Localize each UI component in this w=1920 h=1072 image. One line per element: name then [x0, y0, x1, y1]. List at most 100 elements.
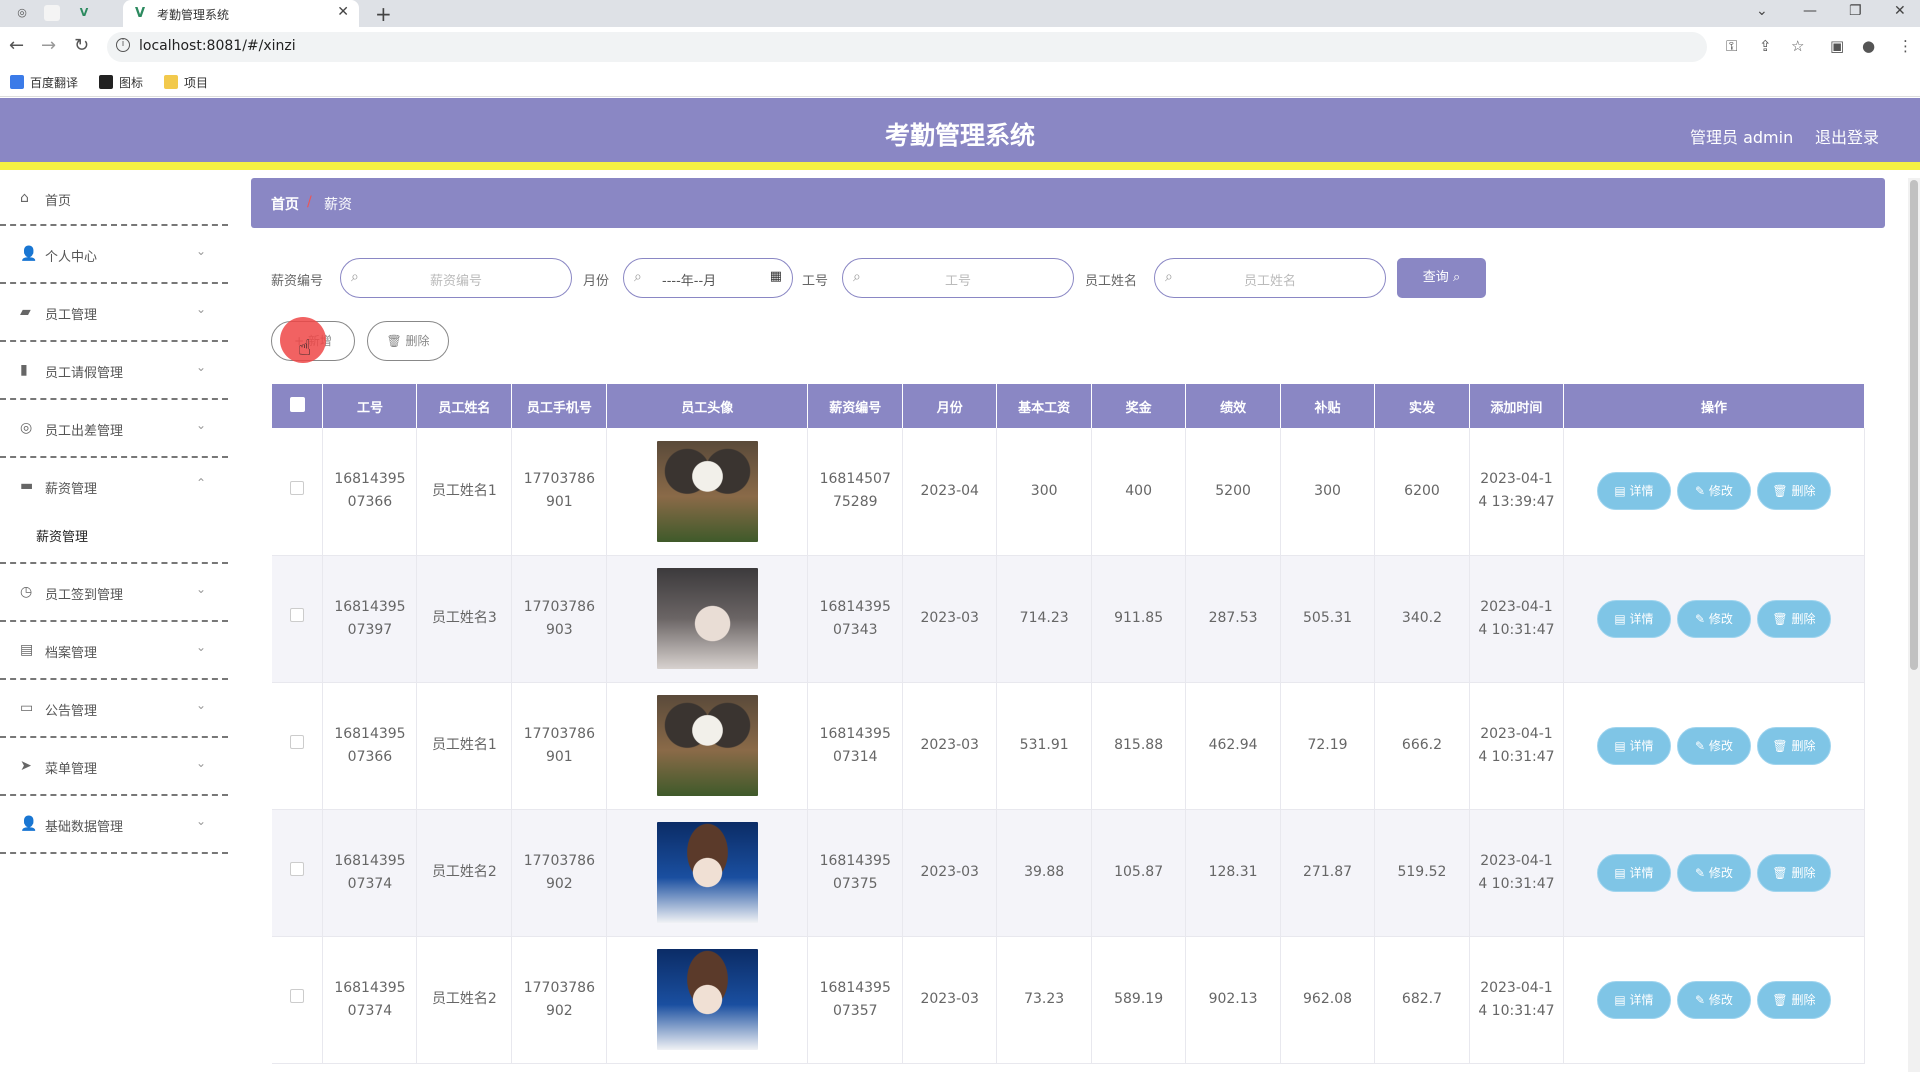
clock-icon: ◷ [20, 584, 33, 600]
share-icon[interactable]: ⇪ [1759, 37, 1772, 55]
cell-bonus: 589.19 [1091, 936, 1187, 1064]
detail-button[interactable]: ▤ 详情 [1596, 980, 1671, 1019]
col-ops: 操作 [1563, 384, 1866, 428]
cell-emp-name: 员工姓名1 [416, 428, 513, 556]
delete-button[interactable]: 🗑 删除 [1756, 980, 1831, 1019]
info-icon[interactable]: i [116, 38, 130, 52]
sidebar-item-menu[interactable]: ➤ 菜单管理 ⌄ [0, 738, 228, 796]
edit-button[interactable]: ✎ 修改 [1676, 472, 1751, 511]
search-form: 薪资编号 ⌕ 薪资编号 月份 ⌕ ----年--月 ▦ 工号 ⌕ 工号 员工姓名… [271, 258, 1571, 298]
app-header: 考勤管理系统 管理员 admin 退出登录 [0, 98, 1920, 170]
bookmark-projects[interactable]: 项目 [164, 74, 208, 91]
sidebar-subitem-salary[interactable]: 薪资管理 [0, 516, 228, 564]
sidebar-item-employee[interactable]: ▰ 员工管理 ⌄ [0, 284, 228, 342]
close-window-icon[interactable]: ✕ [1894, 3, 1906, 19]
profile-icon[interactable]: ● [1862, 37, 1875, 55]
detail-button[interactable]: ▤ 详情 [1596, 726, 1671, 765]
row-checkbox[interactable] [272, 809, 324, 937]
cell-emp-no: 16814395 07397 [322, 555, 418, 683]
delete-button[interactable]: 🗑 删除 [1756, 726, 1831, 765]
bookmark-baidu-translate[interactable]: 百度翻译 [10, 74, 78, 91]
back-icon[interactable]: ← [9, 35, 24, 56]
edit-button[interactable]: ✎ 修改 [1676, 853, 1751, 892]
cell-salary-no: 16814395 07343 [807, 555, 904, 683]
monitor-icon: ▭ [20, 700, 34, 716]
active-tab[interactable]: V 考勤管理系统 ✕ [123, 0, 359, 27]
cell-emp-no: 16814395 07366 [322, 428, 418, 556]
cell-subsidy: 72.19 [1280, 682, 1375, 810]
cell-salary-no: 16814507 75289 [807, 428, 904, 556]
search-icon: ⌕ [634, 269, 642, 285]
blank-tab-icon[interactable] [44, 5, 60, 21]
star-icon[interactable]: ☆ [1791, 37, 1804, 55]
scrollbar-thumb[interactable] [1910, 180, 1918, 670]
sidepanel-icon[interactable]: ▣ [1830, 37, 1844, 55]
sidebar-item-basic-data[interactable]: 👤 基础数据管理 ⌄ [0, 796, 228, 854]
cell-perf: 287.53 [1185, 555, 1282, 683]
sidebar-item-business-trip[interactable]: ◎ 员工出差管理 ⌄ [0, 400, 228, 458]
tab-search-icon[interactable]: ⌄ [1756, 3, 1768, 19]
avatar[interactable] [656, 568, 758, 669]
delete-button[interactable]: 🗑 删除 [1756, 853, 1831, 892]
edit-button[interactable]: ✎ 修改 [1676, 599, 1751, 638]
avatar[interactable] [656, 822, 758, 923]
bookmark-icons[interactable]: 图标 [99, 74, 143, 91]
chevron-up-icon: ⌃ [195, 476, 206, 490]
menu-dots-icon[interactable]: ⋮ [1898, 37, 1913, 55]
sidebar-item-personal-center[interactable]: 👤 个人中心 ⌄ [0, 226, 228, 284]
detail-button[interactable]: ▤ 详情 [1596, 599, 1671, 638]
url-field[interactable]: i localhost:8081/#/xinzi [107, 32, 1707, 62]
col-subsidy: 补贴 [1280, 384, 1375, 428]
row-checkbox[interactable] [272, 555, 324, 683]
sidebar-item-notice[interactable]: ▭ 公告管理 ⌄ [0, 680, 228, 738]
home-icon: ⌂ [20, 190, 29, 206]
edit-button[interactable]: ✎ 修改 [1676, 980, 1751, 1019]
key-icon[interactable]: ⚿ [1726, 37, 1737, 55]
batch-delete-button[interactable]: 🗑 删除 [367, 321, 449, 361]
query-button[interactable]: 查询 ⌕ [1397, 258, 1486, 298]
cell-subsidy: 300 [1280, 428, 1375, 556]
select-all-checkbox[interactable] [272, 384, 324, 428]
cell-subsidy: 505.31 [1280, 555, 1375, 683]
minimize-icon[interactable]: — [1803, 3, 1817, 19]
page-scrollbar[interactable] [1908, 178, 1920, 1072]
avatar[interactable] [656, 440, 758, 542]
close-tab-icon[interactable]: ✕ [337, 4, 349, 20]
edit-button[interactable]: ✎ 修改 [1676, 726, 1751, 765]
reload-icon[interactable]: ↻ [74, 35, 89, 56]
salary-no-input[interactable]: ⌕ 薪资编号 [340, 258, 572, 298]
sidebar-item-leave[interactable]: ▮ 员工请假管理 ⌄ [0, 342, 228, 400]
col-base: 基本工资 [996, 384, 1093, 428]
cell-net: 340.2 [1374, 555, 1470, 683]
detail-button[interactable]: ▤ 详情 [1596, 472, 1671, 511]
cell-month: 2023-04 [902, 428, 998, 556]
sidebar: ⌂ 首页 👤 个人中心 ⌄ ▰ 员工管理 ⌄ ▮ 员工请假管理 ⌄ ◎ 员工出差… [0, 178, 228, 1072]
logout-link[interactable]: 退出登录 [1815, 124, 1879, 148]
calendar-icon[interactable]: ▦ [770, 269, 782, 284]
cell-avatar [606, 682, 809, 810]
forward-icon[interactable]: → [41, 35, 56, 56]
emp-name-input[interactable]: ⌕ 员工姓名 [1154, 258, 1386, 298]
avatar[interactable] [656, 695, 758, 796]
row-checkbox[interactable] [272, 682, 324, 810]
delete-button[interactable]: 🗑 删除 [1756, 599, 1831, 638]
delete-button[interactable]: 🗑 删除 [1756, 472, 1831, 511]
sidebar-item-archive[interactable]: ▤ 档案管理 ⌄ [0, 622, 228, 680]
breadcrumb-home[interactable]: 首页 [271, 194, 299, 214]
cell-emp-name: 员工姓名2 [416, 809, 513, 937]
row-checkbox[interactable] [272, 428, 324, 556]
detail-button[interactable]: ▤ 详情 [1596, 853, 1671, 892]
vue-tab-icon[interactable]: V [76, 5, 92, 21]
globe-icon[interactable]: ◎ [14, 5, 30, 21]
sidebar-item-salary[interactable]: ▬ 薪资管理 ⌃ [0, 458, 228, 516]
row-checkbox[interactable] [272, 936, 324, 1064]
cell-emp-no: 16814395 07366 [322, 682, 418, 810]
restore-icon[interactable]: ❐ [1849, 3, 1862, 19]
month-input[interactable]: ⌕ ----年--月 ▦ [623, 258, 793, 298]
avatar[interactable] [656, 949, 758, 1050]
cell-phone: 17703786 901 [511, 682, 608, 810]
sidebar-item-sign-in[interactable]: ◷ 员工签到管理 ⌄ [0, 564, 228, 622]
emp-no-input[interactable]: ⌕ 工号 [842, 258, 1074, 298]
new-tab-button[interactable]: + [375, 2, 392, 26]
sidebar-item-home[interactable]: ⌂ 首页 [0, 178, 228, 226]
